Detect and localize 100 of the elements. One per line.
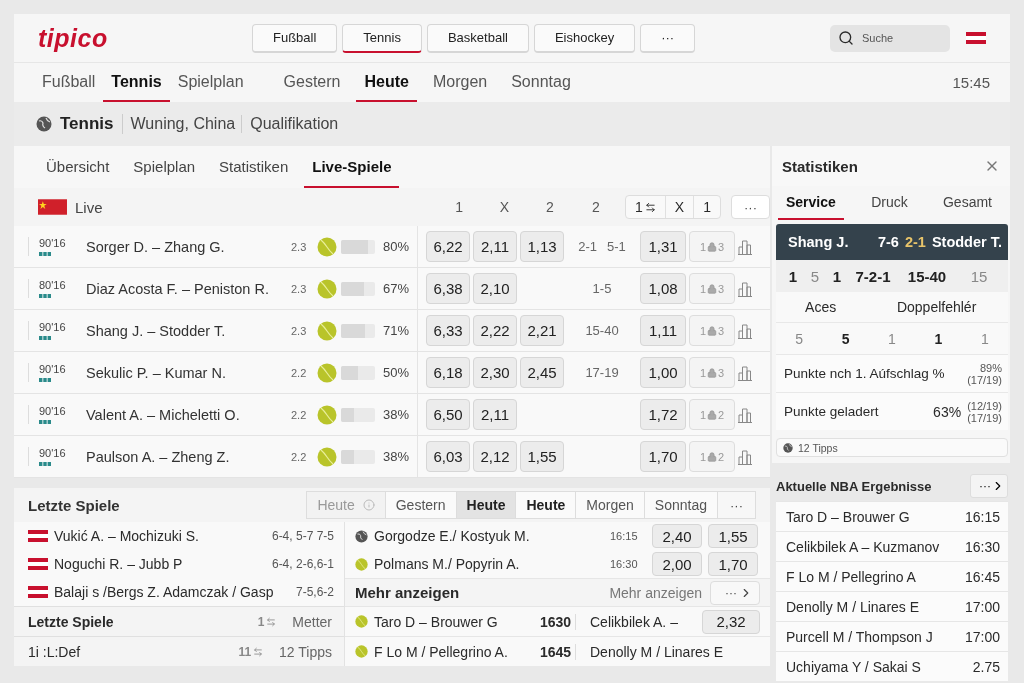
odds-button[interactable]: 1,13 [520,231,564,262]
tennis-ball-icon [317,404,337,425]
more-button[interactable]: ··· [970,474,1008,498]
column-header: 1 [454,199,464,215]
stat-note: (12/19) [967,399,1002,412]
nav-tab[interactable]: Fußball [34,63,104,102]
chart-icon[interactable] [738,406,752,423]
more-button[interactable]: ··· [640,23,696,53]
sport-tab[interactable]: Eishockey [533,23,636,53]
match-name[interactable]: Shang J. – Stodder T. [86,322,291,339]
odds-button[interactable]: 2,32 [702,609,760,634]
odds-button[interactable]: 1,55 [708,524,758,548]
section-tab[interactable]: Live-Spiele [304,146,400,188]
match-name[interactable]: Denolly M / Linares E [582,643,760,660]
match-name[interactable]: Vukić A. – Mochizuki S. [54,528,266,544]
stat-value: 1 [933,330,944,347]
chart-icon[interactable] [738,280,752,297]
odds-button[interactable]: 1,70 [640,441,686,472]
match-name[interactable]: Valent A. – Micheletti O. [86,406,291,423]
day-tab[interactable]: Sonntag [503,63,579,102]
odds-button[interactable]: 2,11 [473,399,517,430]
match-name[interactable]: Diaz Acosta F. – Peniston R. [86,280,291,297]
sport-tab[interactable]: Fußball [252,23,338,53]
match-name[interactable]: Noguchi R. – Jubb P [54,556,266,572]
odds-button[interactable]: 6,50 [426,399,470,430]
odds-button[interactable]: 1,00 [640,357,686,388]
chart-icon[interactable] [738,364,752,381]
logo[interactable]: tipico [38,23,252,53]
odds-button[interactable]: 2,22 [473,315,517,346]
match-time: 90'16 [39,363,67,375]
score: 17-19 [585,365,619,380]
match-time: 16:30 [610,558,639,570]
match-name[interactable]: Balaji s /Bergs Z. Adamczak / Gasp [54,584,290,600]
odds-button[interactable]: 1,55 [520,441,564,472]
game-score: 2-1 [904,234,926,250]
day-tab[interactable]: Morgen [424,63,496,102]
match-time: 90'16 [39,405,67,417]
match-name[interactable]: Sekulic P. – Kumar N. [86,364,291,381]
odds-button[interactable]: 2,11 [473,231,517,262]
show-more-link[interactable]: Mehr anzeigen [609,584,702,601]
odds-button[interactable]: 2,45 [520,357,564,388]
match-name[interactable]: F Lo M / Pellegrino A. [374,643,534,660]
section-tab[interactable]: Statistiken [211,146,297,188]
sport-tab[interactable]: Tennis [342,23,422,53]
odds-button[interactable]: 1,70 [708,552,758,576]
stats-tab[interactable]: Druck [863,186,916,220]
odds-button[interactable]: 1,11 [640,315,686,346]
match-name[interactable]: Denolly M / Linares E [786,598,920,615]
odds-button[interactable]: 6,22 [426,231,470,262]
search-box[interactable]: Suche [830,24,950,52]
odds-button[interactable]: 6,38 [426,273,470,304]
tips-bar[interactable]: 12 Tipps [776,438,1008,457]
lock-icon [707,325,717,336]
more-button[interactable]: ··· [731,195,770,219]
section-tab[interactable]: Übersicht [38,146,118,188]
stats-tab[interactable]: Gesamt [935,186,1000,220]
match-name[interactable]: Taro D – Brouwer G [374,613,534,630]
chart-icon[interactable] [738,448,752,465]
odds-button[interactable]: 6,03 [426,441,470,472]
match-score: 6-4, 5-7 7-5 [271,529,334,543]
match-name[interactable]: Celikbilek A – Kuzmanov [786,538,940,555]
more-button[interactable]: ··· [710,580,760,605]
sport-tab[interactable]: Basketball [426,23,529,53]
match-name[interactable]: Gorgodze E./ Kostyuk M. [374,528,604,544]
section-tab[interactable]: Spielplan [125,146,204,188]
search-field[interactable]: Suche [860,31,940,45]
odds-button[interactable]: 1,08 [640,273,686,304]
match-name[interactable]: Purcell M / Thompson J [786,628,933,645]
odds-button[interactable]: 2,40 [652,524,702,548]
label: Metter [292,613,332,630]
breadcrumb-item[interactable]: Wuning, China [130,115,243,133]
odds-button[interactable]: 6,18 [426,357,470,388]
breadcrumb-sport[interactable]: Tennis [60,114,123,134]
day-tab[interactable]: Gestern [275,63,349,102]
match-name[interactable]: Taro D – Brouwer G [786,508,910,525]
odds-button[interactable]: 2,10 [473,273,517,304]
match-name[interactable]: Uchiyama Y / Sakai S [786,658,921,675]
odds-button[interactable]: 2,12 [473,441,517,472]
match-name[interactable]: Celikbilek A. – [582,613,696,630]
odds-button[interactable]: 1,72 [640,399,686,430]
match-time: 1645 [540,643,576,660]
match-name[interactable]: Sorger D. – Zhang G. [86,238,291,255]
match-name[interactable]: Paulson A. – Zheng Z. [86,448,291,465]
match-time: 16:15 [610,530,639,542]
chart-icon[interactable] [738,322,752,339]
odds-button[interactable]: 2,21 [520,315,564,346]
match-name[interactable]: F Lo M / Pellegrino A [786,568,916,585]
breadcrumb-item[interactable]: Qualifikation [250,115,345,133]
odds-button[interactable]: 1,31 [640,231,686,262]
chart-icon[interactable] [738,238,752,255]
day-tab[interactable]: Heute [456,492,517,518]
set-number: 2.3 [291,240,308,253]
odds-button[interactable]: 2,30 [473,357,517,388]
clock: 15:45 [952,74,990,91]
odds-button[interactable]: 6,33 [426,315,470,346]
nav-tab[interactable]: Spielplan [169,63,252,102]
stats-tab[interactable]: Service [778,186,844,220]
flag-icon [966,32,986,44]
match-name[interactable]: Polmans M./ Popyrin A. [374,556,604,572]
odds-button[interactable]: 2,00 [652,552,702,576]
